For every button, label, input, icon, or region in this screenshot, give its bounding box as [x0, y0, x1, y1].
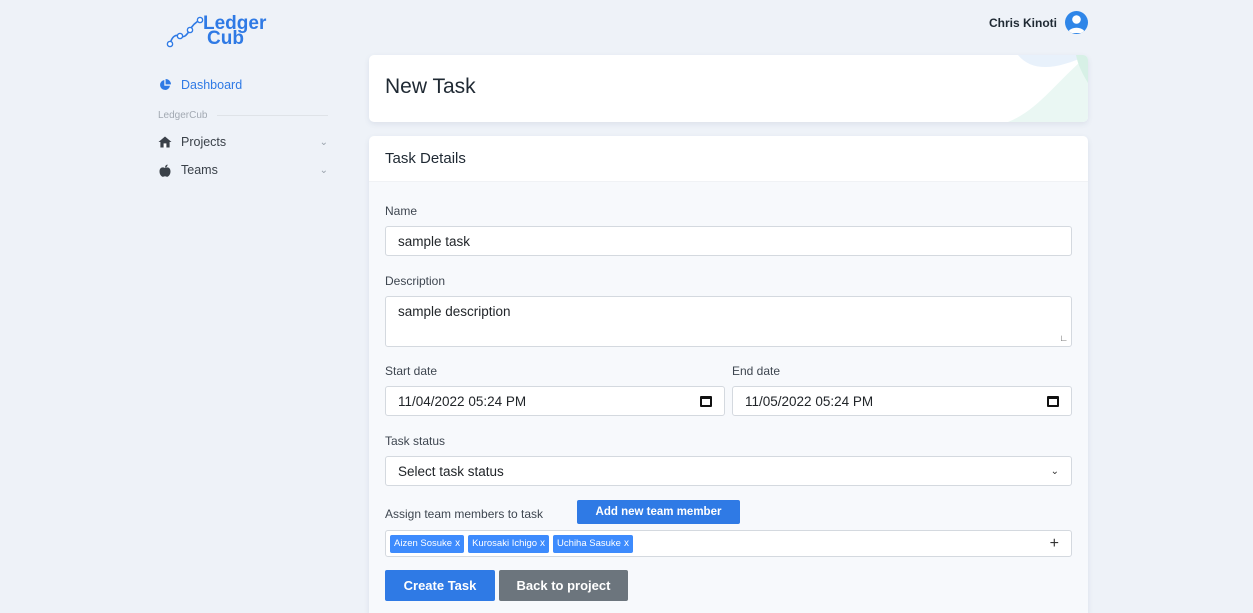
member-tag: Kurosaki Ichigo x [468, 534, 550, 553]
decorative-wave-graphic [1008, 55, 1088, 122]
description-field[interactable]: sample description ∟ [385, 296, 1072, 347]
page-header-card: New Task [369, 55, 1088, 122]
calendar-icon[interactable] [1047, 395, 1059, 407]
chevron-down-icon: ⌄ [319, 164, 328, 176]
end-date-label: End date [732, 364, 781, 378]
card-title: Task Details [369, 136, 1088, 182]
assign-members-label: Assign team members to task [385, 507, 544, 521]
start-date-label: Start date [385, 364, 438, 378]
person-icon [1068, 15, 1085, 33]
resize-handle-icon[interactable]: ∟ [1059, 333, 1068, 343]
remove-member-button[interactable]: x [455, 538, 460, 549]
page-title: New Task [385, 75, 476, 98]
task-status-label: Task status [385, 434, 446, 448]
remove-member-button[interactable]: x [540, 538, 545, 549]
sidebar-item-teams[interactable]: Teams ⌄ [158, 159, 328, 181]
add-tag-plus-icon[interactable]: + [1050, 535, 1059, 553]
user-name: Chris Kinoti [989, 15, 1057, 30]
brand-logo[interactable]: Ledger Cub [166, 14, 266, 50]
sidebar-item-dashboard[interactable]: Dashboard [158, 74, 328, 96]
sidebar-section-heading: LedgerCub [158, 110, 328, 121]
sidebar-item-label: Dashboard [181, 78, 243, 92]
member-tag: Aizen Sosuke x [390, 534, 465, 553]
brand-name: Ledger Cub [203, 14, 266, 48]
start-date-value: 11/04/2022 05:24 PM [398, 393, 527, 409]
name-field-value: sample task [398, 233, 471, 249]
user-menu[interactable]: Chris Kinoti [989, 11, 1088, 34]
start-date-field[interactable]: 11/04/2022 05:24 PM [385, 386, 725, 416]
sidebar: Dashboard LedgerCub Projects ⌄ Teams ⌄ [158, 74, 328, 181]
add-team-member-button[interactable]: Add new team member [577, 500, 740, 524]
remove-member-button[interactable]: x [624, 538, 629, 549]
chevron-down-icon: ⌄ [319, 136, 328, 148]
member-tag-label: Aizen Sosuke [394, 538, 453, 549]
sidebar-item-label: Projects [181, 135, 227, 149]
name-field[interactable]: sample task [385, 226, 1072, 256]
end-date-field[interactable]: 11/05/2022 05:24 PM [732, 386, 1072, 416]
sidebar-heading-text: LedgerCub [158, 110, 208, 121]
home-icon [158, 135, 172, 149]
member-tag-label: Uchiha Sasuke [557, 538, 621, 549]
sidebar-item-label: Teams [181, 163, 218, 177]
user-avatar-icon[interactable] [1065, 11, 1088, 34]
member-tag-label: Kurosaki Ichigo [472, 538, 538, 549]
name-label: Name [385, 204, 418, 218]
sidebar-item-projects[interactable]: Projects ⌄ [158, 131, 328, 153]
team-members-tag-input[interactable]: Aizen Sosuke x Kurosaki Ichigo x Uchiha … [385, 530, 1072, 557]
chevron-down-icon: ⌄ [1050, 465, 1059, 477]
task-details-card: Task Details Name sample task Descriptio… [369, 136, 1088, 613]
chart-line-logo-icon [166, 16, 204, 48]
description-label: Description [385, 274, 446, 288]
apple-icon [158, 163, 172, 177]
pie-chart-icon [158, 78, 172, 92]
end-date-value: 11/05/2022 05:24 PM [745, 393, 874, 409]
back-to-project-button[interactable]: Back to project [499, 570, 628, 601]
description-field-value: sample description [398, 304, 511, 319]
task-status-select[interactable]: Select task status ⌄ [385, 456, 1072, 486]
create-task-button[interactable]: Create Task [385, 570, 495, 601]
task-form: Name sample task Description sample desc… [369, 182, 1088, 613]
calendar-icon[interactable] [700, 395, 712, 407]
member-tag: Uchiha Sasuke x [553, 534, 633, 553]
task-status-value: Select task status [398, 463, 504, 479]
